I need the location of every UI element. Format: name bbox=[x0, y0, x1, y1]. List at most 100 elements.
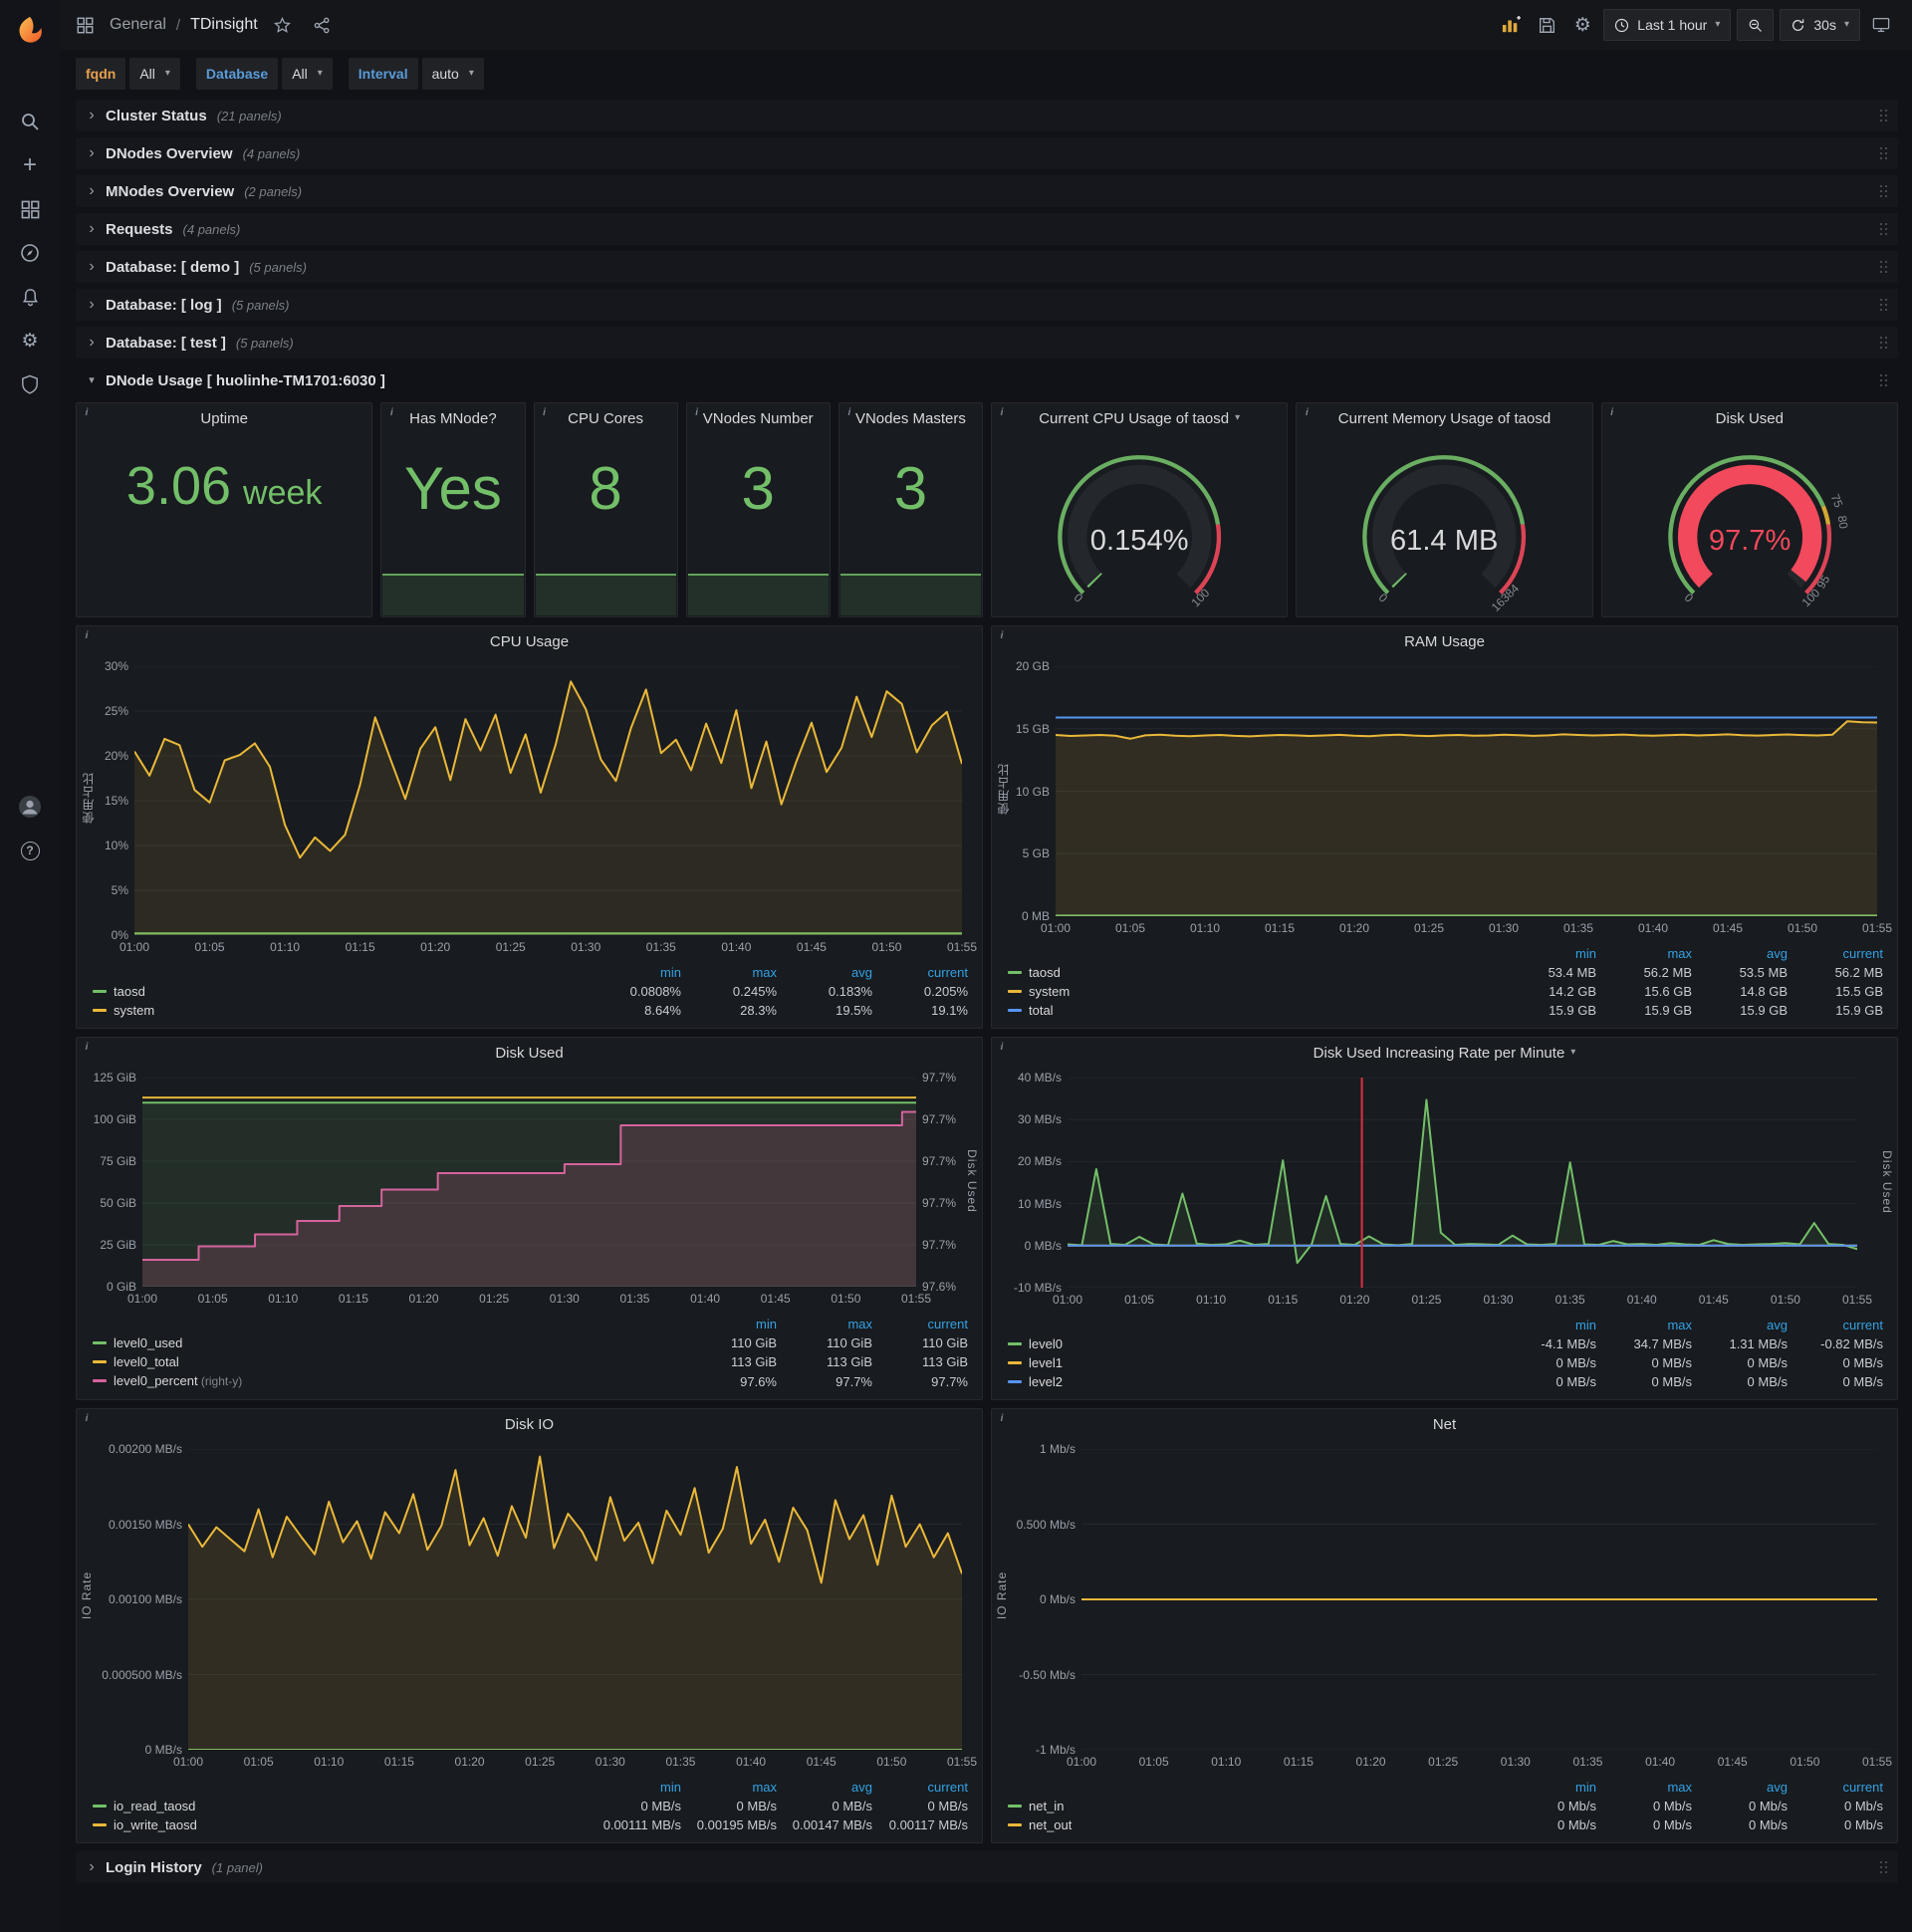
panel-info-icon[interactable]: i bbox=[995, 1411, 1009, 1425]
panel-title[interactable]: CPU Cores bbox=[535, 403, 677, 433]
row-dnodes-overview[interactable]: › DNodes Overview (4 panels) bbox=[76, 137, 1898, 169]
row-mnodes-overview[interactable]: › MNodes Overview (2 panels) bbox=[76, 175, 1898, 207]
panel-title[interactable]: Disk Used bbox=[77, 1038, 982, 1068]
panel-title[interactable]: Current Memory Usage of taosd bbox=[1297, 403, 1591, 433]
add-panel-icon[interactable] bbox=[1496, 10, 1526, 40]
row-database-log[interactable]: › Database: [ log ] (5 panels) bbox=[76, 289, 1898, 321]
server-admin-shield-icon[interactable] bbox=[0, 362, 60, 406]
cycle-view-monitor-icon[interactable] bbox=[1866, 10, 1896, 40]
search-icon[interactable] bbox=[0, 100, 60, 143]
panel-title[interactable]: CPU Usage bbox=[77, 626, 982, 656]
legend-column-header[interactable]: max bbox=[1598, 944, 1694, 963]
variable-database-label[interactable]: Database bbox=[195, 58, 279, 90]
legend-column-header[interactable]: min bbox=[1503, 944, 1598, 963]
user-avatar[interactable] bbox=[0, 785, 60, 829]
panel-info-icon[interactable]: i bbox=[995, 405, 1009, 419]
panel-title[interactable]: RAM Usage bbox=[992, 626, 1897, 656]
grafana-logo[interactable] bbox=[0, 8, 60, 52]
variable-database-value-dropdown[interactable]: All ▾ bbox=[282, 58, 333, 90]
panel-info-icon[interactable]: i bbox=[80, 405, 94, 419]
dashboards-icon[interactable] bbox=[0, 187, 60, 231]
legend-series-name[interactable]: level0_total bbox=[91, 1352, 683, 1371]
breadcrumb-folder[interactable]: General bbox=[110, 16, 166, 34]
panel-info-icon[interactable]: i bbox=[538, 405, 552, 419]
panel-title[interactable]: Disk Used bbox=[1602, 403, 1897, 433]
row-drag-handle[interactable] bbox=[1878, 222, 1890, 236]
row-drag-handle[interactable] bbox=[1878, 1860, 1890, 1874]
save-dashboard-icon[interactable] bbox=[1532, 10, 1561, 40]
legend-series-name[interactable]: io_write_taosd bbox=[91, 1815, 588, 1834]
row-requests[interactable]: › Requests (4 panels) bbox=[76, 213, 1898, 245]
legend-column-header[interactable]: max bbox=[1598, 1778, 1694, 1797]
share-icon[interactable] bbox=[308, 10, 338, 40]
legend-series-name[interactable]: system bbox=[91, 1001, 588, 1020]
row-database-demo[interactable]: › Database: [ demo ] (5 panels) bbox=[76, 251, 1898, 283]
row-cluster-status[interactable]: › Cluster Status (21 panels) bbox=[76, 100, 1898, 131]
zoom-out-button[interactable] bbox=[1737, 9, 1775, 41]
row-database-test[interactable]: › Database: [ test ] (5 panels) bbox=[76, 327, 1898, 359]
row-drag-handle[interactable] bbox=[1878, 373, 1890, 387]
row-drag-handle[interactable] bbox=[1878, 184, 1890, 198]
legend-series-name[interactable]: level0_percent (right-y) bbox=[91, 1371, 683, 1391]
legend-series-name[interactable]: taosd bbox=[91, 982, 588, 1001]
row-drag-handle[interactable] bbox=[1878, 336, 1890, 350]
legend-column-header[interactable]: max bbox=[683, 963, 779, 982]
refresh-button[interactable]: 30s ▾ bbox=[1780, 9, 1860, 41]
variable-fqdn-label[interactable]: fqdn bbox=[76, 58, 126, 90]
legend-series-name[interactable]: total bbox=[1006, 1001, 1503, 1020]
panel-title[interactable]: Has MNode? bbox=[381, 403, 524, 433]
breadcrumb-dashboard-title[interactable]: TDinsight bbox=[190, 16, 258, 34]
create-icon[interactable]: + bbox=[0, 143, 60, 187]
panel-info-icon[interactable]: i bbox=[995, 1040, 1009, 1054]
dashboard-grid-icon[interactable] bbox=[70, 10, 100, 40]
variable-fqdn-value-dropdown[interactable]: All ▾ bbox=[129, 58, 180, 90]
legend-column-header[interactable]: min bbox=[588, 1778, 683, 1797]
dashboard-settings-gear-icon[interactable]: ⚙ bbox=[1567, 10, 1597, 40]
legend-column-header[interactable]: avg bbox=[1694, 1316, 1790, 1334]
legend-series-name[interactable]: level2 bbox=[1006, 1372, 1503, 1391]
panel-info-icon[interactable]: i bbox=[80, 628, 94, 642]
legend-column-header[interactable]: min bbox=[683, 1315, 779, 1333]
panel-info-icon[interactable]: i bbox=[1605, 405, 1619, 419]
panel-title[interactable]: VNodes Number bbox=[687, 403, 830, 433]
legend-column-header[interactable]: max bbox=[779, 1315, 874, 1333]
alerting-bell-icon[interactable] bbox=[0, 275, 60, 319]
panel-info-icon[interactable]: i bbox=[1300, 405, 1314, 419]
legend-column-header[interactable]: avg bbox=[1694, 944, 1790, 963]
legend-column-header[interactable]: current bbox=[874, 963, 970, 982]
legend-column-header[interactable]: current bbox=[1790, 944, 1885, 963]
legend-series-name[interactable]: level0_used bbox=[91, 1333, 683, 1352]
legend-column-header[interactable]: avg bbox=[779, 1778, 874, 1797]
row-login-history[interactable]: › Login History (1 panel) bbox=[76, 1851, 1898, 1883]
legend-column-header[interactable]: current bbox=[874, 1315, 970, 1333]
legend-column-header[interactable]: max bbox=[1598, 1316, 1694, 1334]
legend-column-header[interactable]: avg bbox=[1694, 1778, 1790, 1797]
legend-series-name[interactable]: level0 bbox=[1006, 1334, 1503, 1353]
panel-info-icon[interactable]: i bbox=[80, 1040, 94, 1054]
panel-info-icon[interactable]: i bbox=[995, 628, 1009, 642]
row-drag-handle[interactable] bbox=[1878, 260, 1890, 274]
panel-title[interactable]: VNodes Masters bbox=[839, 403, 982, 433]
legend-column-header[interactable]: min bbox=[1503, 1316, 1598, 1334]
panel-info-icon[interactable]: i bbox=[384, 405, 398, 419]
panel-title[interactable]: Net bbox=[992, 1409, 1897, 1439]
row-drag-handle[interactable] bbox=[1878, 146, 1890, 160]
legend-column-header[interactable]: max bbox=[683, 1778, 779, 1797]
legend-column-header[interactable]: current bbox=[1790, 1316, 1885, 1334]
panel-info-icon[interactable]: i bbox=[842, 405, 856, 419]
legend-column-header[interactable]: avg bbox=[779, 963, 874, 982]
panel-title[interactable]: Uptime bbox=[77, 403, 371, 433]
row-dnode-usage[interactable]: ▾ DNode Usage [ huolinhe-TM1701:6030 ] bbox=[76, 364, 1898, 396]
legend-series-name[interactable]: level1 bbox=[1006, 1353, 1503, 1372]
row-drag-handle[interactable] bbox=[1878, 109, 1890, 122]
row-drag-handle[interactable] bbox=[1878, 298, 1890, 312]
panel-title[interactable]: Disk IO bbox=[77, 1409, 982, 1439]
legend-column-header[interactable]: current bbox=[1790, 1778, 1885, 1797]
panel-info-icon[interactable]: i bbox=[80, 1411, 94, 1425]
explore-compass-icon[interactable] bbox=[0, 231, 60, 275]
help-icon[interactable]: ? bbox=[0, 829, 60, 872]
panel-info-icon[interactable]: i bbox=[690, 405, 704, 419]
legend-series-name[interactable]: net_in bbox=[1006, 1797, 1503, 1815]
star-icon[interactable] bbox=[268, 10, 298, 40]
variable-interval-value-dropdown[interactable]: auto ▾ bbox=[421, 58, 484, 90]
